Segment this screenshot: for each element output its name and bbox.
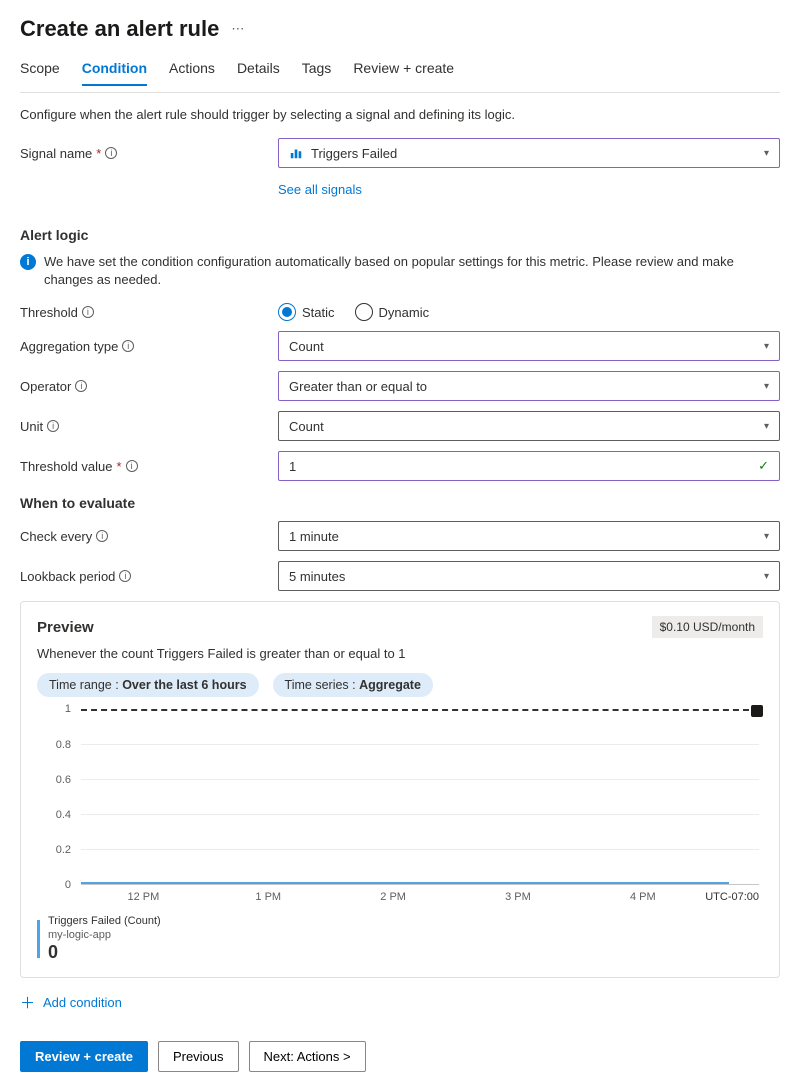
plus-icon: ＋ [20,992,35,1013]
info-icon[interactable]: i [75,380,87,392]
alert-logic-info-banner: i We have set the condition configuratio… [20,253,780,289]
add-condition-button[interactable]: ＋ Add condition [20,992,780,1013]
signal-name-select[interactable]: Triggers Failed ▾ [278,138,780,168]
info-icon[interactable]: i [82,306,94,318]
chevron-down-icon: ▾ [764,421,769,432]
lookback-select[interactable]: 5 minutes ▾ [278,561,780,591]
info-icon[interactable]: i [122,340,134,352]
previous-button[interactable]: Previous [158,1041,239,1072]
when-to-evaluate-title: When to evaluate [20,495,780,511]
aggregation-select[interactable]: Count ▾ [278,331,780,361]
time-series-pill[interactable]: Time series : Aggregate [273,673,433,697]
page-title: Create an alert rule [20,16,219,42]
unit-select[interactable]: Count ▾ [278,411,780,441]
chevron-down-icon: ▾ [764,531,769,542]
info-icon[interactable]: i [105,147,117,159]
chevron-down-icon: ▾ [764,381,769,392]
operator-label: Operator i [20,379,278,394]
lookback-label: Lookback period i [20,569,278,584]
legend-metric: Triggers Failed (Count) [48,915,161,928]
chevron-down-icon: ▾ [764,148,769,159]
price-badge: $0.10 USD/month [652,616,763,638]
threshold-line [81,709,759,711]
tab-review[interactable]: Review + create [353,54,454,86]
preview-summary: Whenever the count Triggers Failed is gr… [37,646,763,661]
operator-select[interactable]: Greater than or equal to ▾ [278,371,780,401]
signal-name-value: Triggers Failed [311,146,397,161]
preview-card: Preview $0.10 USD/month Whenever the cou… [20,601,780,978]
next-button[interactable]: Next: Actions > [249,1041,366,1072]
tab-details[interactable]: Details [237,54,280,86]
tab-tags[interactable]: Tags [302,54,332,86]
info-icon[interactable]: i [47,420,59,432]
chart-series-line [81,882,729,884]
legend-value: 0 [48,942,161,964]
chevron-down-icon: ▾ [764,571,769,582]
info-circle-icon: i [20,254,36,270]
time-range-pill[interactable]: Time range : Over the last 6 hours [37,673,259,697]
preview-title: Preview [37,619,94,636]
threshold-value-input[interactable]: 1 ✓ [278,451,780,481]
info-icon[interactable]: i [96,530,108,542]
signal-name-label: Signal name* i [20,146,278,161]
unit-label: Unit i [20,419,278,434]
check-every-label: Check every i [20,529,278,544]
metric-icon [289,146,303,160]
threshold-marker-icon[interactable] [751,705,763,717]
info-icon[interactable]: i [119,570,131,582]
aggregation-label: Aggregation type i [20,339,278,354]
info-icon[interactable]: i [126,460,138,472]
check-every-select[interactable]: 1 minute ▾ [278,521,780,551]
chart-legend: Triggers Failed (Count) my-logic-app 0 [37,915,763,963]
tab-actions[interactable]: Actions [169,54,215,86]
more-icon[interactable]: ⋯ [231,21,244,37]
threshold-static-radio[interactable]: Static [278,303,335,321]
alert-logic-title: Alert logic [20,227,780,243]
threshold-value-label: Threshold value* i [20,459,278,474]
page-description: Configure when the alert rule should tri… [20,107,780,122]
see-all-signals-link[interactable]: See all signals [278,182,362,197]
review-create-button[interactable]: Review + create [20,1041,148,1072]
threshold-dynamic-radio[interactable]: Dynamic [355,303,430,321]
tab-scope[interactable]: Scope [20,54,60,86]
legend-resource: my-logic-app [48,929,161,942]
preview-chart: 1 0.8 0.6 0.4 0.2 0 12 PM 1 PM 2 PM 3 PM… [37,709,763,909]
chevron-down-icon: ▾ [764,341,769,352]
checkmark-icon: ✓ [758,458,769,474]
tab-bar: Scope Condition Actions Details Tags Rev… [20,54,780,86]
tab-condition[interactable]: Condition [82,54,147,86]
threshold-label: Threshold i [20,305,278,320]
